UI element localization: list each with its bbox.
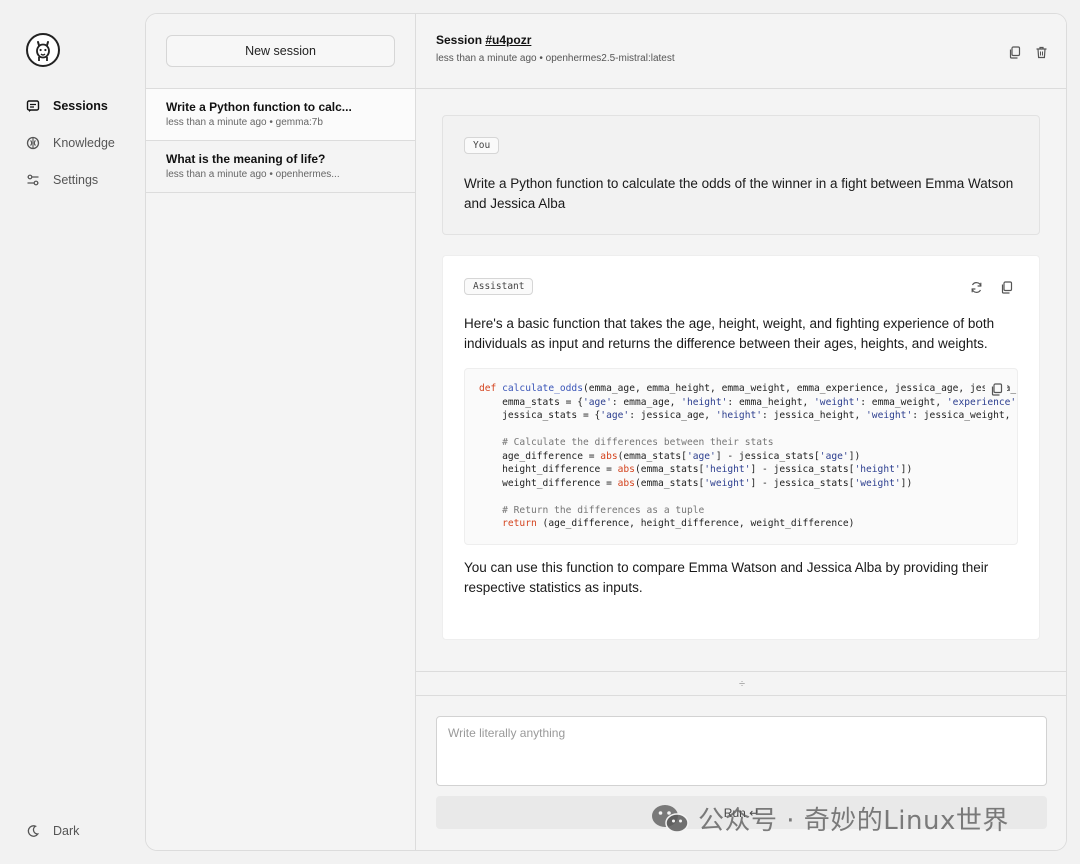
user-message: You Write a Python function to calculate…: [442, 115, 1040, 235]
delete-session-button[interactable]: [1034, 45, 1048, 59]
chat-header: Session #u4pozr less than a minute ago •…: [416, 14, 1066, 89]
llama-logo-icon: [36, 41, 50, 61]
prompt-input[interactable]: [436, 716, 1047, 786]
nav-item-knowledge[interactable]: Knowledge: [26, 136, 115, 150]
run-button[interactable]: Run ↵: [436, 796, 1047, 829]
sessions-list: New session Write a Python function to c…: [146, 14, 416, 850]
new-session-button[interactable]: New session: [166, 35, 395, 67]
chat-icon: [26, 100, 40, 112]
regenerate-button[interactable]: [969, 280, 983, 294]
message-actions: [969, 280, 1013, 294]
messages-area: You Write a Python function to calculate…: [416, 89, 1066, 671]
moon-icon: [27, 825, 40, 837]
chat-pane: Session #u4pozr less than a minute ago •…: [416, 14, 1066, 850]
session-title: Write a Python function to calc...: [166, 100, 352, 114]
role-tag-assistant: Assistant: [464, 278, 534, 295]
session-item[interactable]: What is the meaning of life? less than a…: [146, 141, 415, 193]
main-panel: New session Write a Python function to c…: [145, 13, 1067, 851]
nav-item-settings[interactable]: Settings: [26, 173, 98, 187]
code-block: def calculate_odds(emma_age, emma_height…: [464, 368, 1018, 545]
assistant-message: Assistant Here's a basic function that t…: [442, 255, 1040, 640]
session-heading-prefix: Session: [436, 33, 486, 47]
copy-session-button[interactable]: [1007, 45, 1021, 59]
session-id-link[interactable]: #u4pozr: [485, 33, 531, 47]
role-tag-you: You: [464, 137, 500, 154]
brain-icon: [26, 136, 40, 150]
copy-icon: [991, 382, 1002, 396]
nav-item-label: Sessions: [53, 99, 108, 113]
session-title: What is the meaning of life?: [166, 152, 326, 166]
session-item[interactable]: Write a Python function to calc... less …: [146, 89, 415, 141]
nav-item-label: Settings: [53, 173, 99, 187]
assistant-outro-text: You can use this function to compare Emm…: [464, 560, 989, 595]
copy-message-button[interactable]: [999, 280, 1013, 294]
sessions-header: New session: [146, 14, 415, 89]
assistant-intro-text: Here's a basic function that takes the a…: [464, 316, 995, 351]
copy-code-button[interactable]: [985, 379, 1007, 399]
nav-item-sessions[interactable]: Sessions: [26, 99, 108, 113]
resize-handle[interactable]: ÷: [416, 671, 1066, 696]
composer: Run ↵: [416, 696, 1066, 850]
session-heading: Session #u4pozr: [436, 33, 1048, 47]
refresh-icon: [971, 281, 981, 293]
session-header-meta: less than a minute ago • openhermes2.5-m…: [436, 53, 675, 64]
nav-rail: Sessions Knowledge Settings Dark: [0, 0, 145, 864]
user-message-text: Write a Python function to calculate the…: [464, 176, 1014, 211]
app-logo[interactable]: [26, 33, 60, 67]
session-meta: less than a minute ago • openhermes...: [166, 169, 340, 180]
code-content: def calculate_odds(emma_age, emma_height…: [479, 383, 1017, 529]
copy-icon: [1009, 45, 1020, 59]
copy-icon: [1001, 280, 1012, 294]
session-meta: less than a minute ago • gemma:7b: [166, 117, 323, 128]
drag-handle-icon: ÷: [738, 677, 746, 690]
nav-item-label: Knowledge: [53, 136, 115, 150]
sliders-icon: [27, 174, 39, 186]
header-actions: [1007, 45, 1048, 59]
trash-icon: [1036, 46, 1046, 58]
theme-toggle[interactable]: Dark: [26, 824, 79, 838]
theme-toggle-label: Dark: [53, 824, 80, 838]
